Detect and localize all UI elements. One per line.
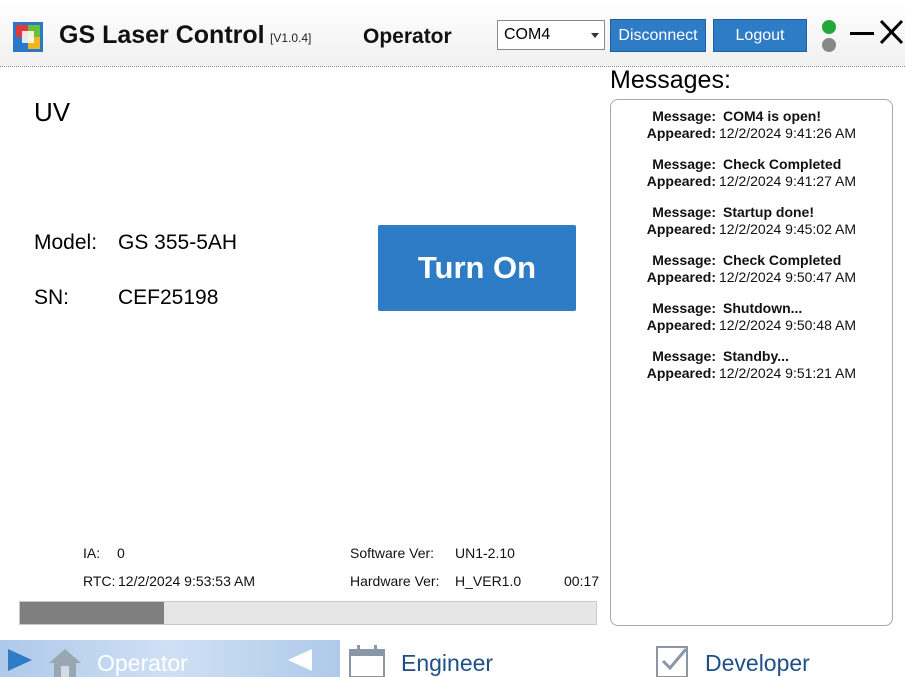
- messages-list[interactable]: Message: COM4 is open! Appeared: 12/2/2024 …: [610, 99, 893, 626]
- progress-bar: [19, 601, 597, 625]
- message-text: Standby...: [723, 348, 789, 364]
- appeared-label: Appeared:: [646, 365, 716, 381]
- title-bar: GS Laser Control [V1.0.4] Operator COM4 …: [0, 0, 905, 66]
- message-time: 12/2/2024 9:45:02 AM: [719, 221, 856, 237]
- com-port-select[interactable]: COM4: [497, 20, 605, 50]
- rtc-value: 12/2/2024 9:53:53 AM: [118, 573, 255, 589]
- message-label: Message:: [652, 204, 716, 220]
- calendar-icon: [349, 645, 385, 677]
- close-icon[interactable]: [878, 17, 905, 47]
- ia-value: 0: [117, 545, 125, 561]
- message-text: Startup done!: [723, 204, 814, 220]
- status-indicator-gray: [822, 38, 836, 52]
- appeared-label: Appeared:: [646, 173, 716, 189]
- appeared-label: Appeared:: [646, 125, 716, 141]
- laser-channel: UV: [34, 97, 71, 127]
- hardware-version-value: H_VER1.0: [455, 573, 522, 589]
- message-time: 12/2/2024 9:41:27 AM: [719, 173, 856, 189]
- app-title: GS Laser Control: [59, 21, 265, 49]
- message-item: Message: Startup done! Appeared: 12/2/2024 …: [611, 204, 892, 244]
- arrow-right-icon: [8, 649, 32, 671]
- message-label: Message:: [652, 156, 716, 172]
- message-label: Message:: [652, 348, 716, 364]
- message-text: Shutdown...: [723, 300, 803, 316]
- app-logo-icon: [13, 22, 43, 52]
- header-divider: [0, 66, 905, 67]
- minimize-icon[interactable]: [850, 32, 874, 35]
- message-time: 12/2/2024 9:41:26 AM: [719, 125, 856, 141]
- user-role-label: Operator: [363, 25, 452, 48]
- nav-label-operator: Operator: [97, 650, 188, 676]
- home-icon: [49, 649, 81, 677]
- nav-item-operator[interactable]: Operator: [0, 640, 340, 677]
- checklist-icon: [656, 646, 688, 677]
- message-item: Message: Check Completed Appeared: 12/2/202…: [611, 156, 892, 196]
- model-label: Model:: [34, 231, 98, 254]
- message-text: Check Completed: [723, 252, 842, 268]
- message-text: Check Completed: [723, 156, 842, 172]
- software-version-value: UN1-2.10: [455, 545, 515, 561]
- logout-button[interactable]: Logout: [713, 19, 807, 52]
- message-item: Message: COM4 is open! Appeared: 12/2/2024 …: [611, 108, 892, 148]
- message-label: Message:: [652, 252, 716, 268]
- turn-on-button[interactable]: Turn On: [378, 225, 576, 311]
- hardware-version-label: Hardware Ver:: [350, 573, 440, 589]
- message-item: Message: Check Completed Appeared: 12/2/202…: [611, 252, 892, 292]
- message-time: 12/2/2024 9:50:47 AM: [719, 269, 856, 285]
- arrow-left-icon: [288, 649, 312, 671]
- nav-label-developer: Developer: [705, 650, 810, 676]
- messages-title: Messages:: [610, 66, 731, 94]
- message-time: 12/2/2024 9:51:21 AM: [719, 365, 856, 381]
- rtc-label: RTC:: [83, 573, 116, 589]
- app-version: [V1.0.4]: [270, 31, 312, 45]
- chevron-down-icon: [591, 33, 599, 38]
- message-item: Message: Standby... Appeared: 12/2/2024 9:5…: [611, 348, 892, 388]
- sn-value: CEF25198: [118, 286, 219, 309]
- message-label: Message:: [652, 300, 716, 316]
- progress-bar-fill: [20, 602, 164, 624]
- status-indicator-green: [822, 20, 836, 34]
- sn-label: SN:: [34, 286, 70, 309]
- ia-label: IA:: [83, 545, 101, 561]
- message-text: COM4 is open!: [723, 108, 822, 124]
- com-port-value: COM4: [504, 26, 551, 43]
- appeared-label: Appeared:: [646, 269, 716, 285]
- message-item: Message: Shutdown... Appeared: 12/2/2024 9:…: [611, 300, 892, 340]
- nav-label-engineer: Engineer: [401, 650, 494, 676]
- message-label: Message:: [652, 108, 716, 124]
- software-version-label: Software Ver:: [350, 545, 435, 561]
- appeared-label: Appeared:: [646, 221, 716, 237]
- disconnect-button[interactable]: Disconnect: [610, 19, 706, 52]
- message-time: 12/2/2024 9:50:48 AM: [719, 317, 856, 333]
- model-value: GS 355-5AH: [118, 231, 238, 254]
- elapsed-timer: 00:17: [564, 573, 600, 589]
- appeared-label: Appeared:: [646, 317, 716, 333]
